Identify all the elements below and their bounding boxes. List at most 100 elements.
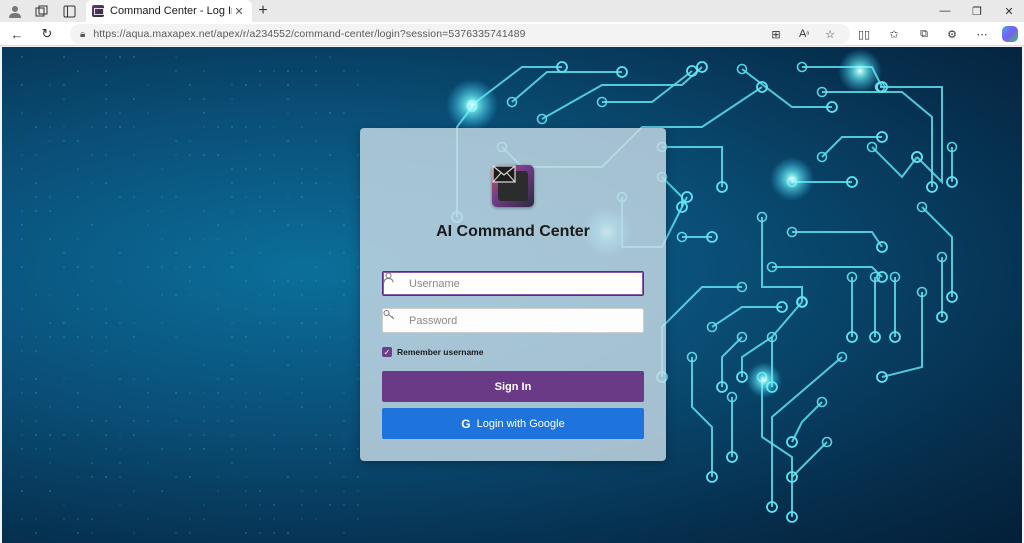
app-available-icon[interactable]: ⊞ <box>766 25 786 43</box>
grid-dot <box>63 336 65 338</box>
grid-dot <box>301 392 303 394</box>
collections-icon[interactable]: ⧉ <box>914 25 934 43</box>
grid-dot <box>343 504 345 506</box>
grid-dot <box>63 98 65 100</box>
grid-dot <box>357 476 359 478</box>
circuit-trace <box>792 232 882 247</box>
grid-dot <box>21 238 23 240</box>
grid-dot <box>357 504 359 506</box>
grid-dot <box>329 112 331 114</box>
grid-dot <box>133 378 135 380</box>
grid-dot <box>147 378 149 380</box>
lock-icon: 🔒︎ <box>80 29 85 40</box>
grid-dot <box>161 294 163 296</box>
grid-dot <box>161 266 163 268</box>
grid-dot <box>35 336 37 338</box>
grid-dot <box>161 322 163 324</box>
grid-dot <box>231 98 233 100</box>
grid-dot <box>35 406 37 408</box>
grid-dot <box>105 56 107 58</box>
google-login-button[interactable]: G Login with Google <box>382 408 644 439</box>
split-screen-icon[interactable]: ▯▯ <box>854 25 874 43</box>
grid-dot <box>35 210 37 212</box>
grid-dot <box>357 364 359 366</box>
grid-dot <box>287 112 289 114</box>
grid-dot <box>21 154 23 156</box>
minimize-icon[interactable]: — <box>930 0 960 22</box>
grid-dot <box>203 504 205 506</box>
grid-dot <box>35 196 37 198</box>
grid-dot <box>119 112 121 114</box>
grid-dot <box>301 322 303 324</box>
grid-dot <box>77 70 79 72</box>
grid-dot <box>287 84 289 86</box>
username-field[interactable] <box>382 271 644 296</box>
refresh-icon[interactable]: ↻ <box>36 24 58 44</box>
grid-dot <box>91 224 93 226</box>
favorites-icon[interactable]: ✩ <box>884 25 904 43</box>
grid-dot <box>161 196 163 198</box>
grid-dot <box>49 140 51 142</box>
grid-dot <box>147 112 149 114</box>
grid-dot <box>133 126 135 128</box>
grid-dot <box>301 196 303 198</box>
grid-dot <box>245 448 247 450</box>
grid-dot <box>21 168 23 170</box>
vertical-tabs-icon[interactable] <box>56 0 82 22</box>
favorite-star-icon[interactable]: ☆ <box>820 25 840 43</box>
grid-dot <box>217 224 219 226</box>
more-options-icon[interactable]: ⋯ <box>972 25 992 43</box>
workspaces-icon[interactable] <box>28 0 54 22</box>
grid-dot <box>357 252 359 254</box>
grid-dot <box>343 294 345 296</box>
username-input[interactable] <box>409 278 629 290</box>
grid-dot <box>273 532 275 534</box>
grid-dot <box>105 336 107 338</box>
url-field[interactable]: 🔒︎ https://aqua.maxapex.net/apex/r/a2345… <box>70 24 850 44</box>
back-icon[interactable]: ← <box>6 24 28 44</box>
grid-dot <box>329 448 331 450</box>
grid-dot <box>301 490 303 492</box>
password-field[interactable] <box>382 308 644 333</box>
grid-dot <box>189 532 191 534</box>
profile-icon[interactable] <box>2 0 28 22</box>
password-input[interactable] <box>409 315 629 327</box>
grid-dot <box>147 210 149 212</box>
grid-dot <box>273 504 275 506</box>
grid-dot <box>21 392 23 394</box>
grid-dot <box>49 448 51 450</box>
tab-command-center[interactable]: Command Center - Log In ✕ <box>86 0 252 22</box>
grid-dot <box>259 154 261 156</box>
grid-dot <box>63 266 65 268</box>
close-window-icon[interactable]: ✕ <box>994 0 1024 22</box>
grid-dot <box>217 490 219 492</box>
tab-strip: Command Center - Log In ✕ + — ❐ ✕ <box>0 0 1024 22</box>
read-aloud-icon[interactable]: Aᵃ <box>794 25 814 43</box>
grid-dot <box>49 336 51 338</box>
grid-dot <box>343 420 345 422</box>
grid-dot <box>273 126 275 128</box>
grid-dot <box>231 462 233 464</box>
remember-checkbox[interactable]: ✓ <box>382 347 392 357</box>
grid-dot <box>63 378 65 380</box>
grid-dot <box>259 196 261 198</box>
grid-dot <box>301 168 303 170</box>
maximize-icon[interactable]: ❐ <box>962 0 992 22</box>
grid-dot <box>133 420 135 422</box>
extensions-icon[interactable]: ⚙ <box>942 25 962 43</box>
grid-dot <box>35 378 37 380</box>
close-tab-icon[interactable]: ✕ <box>232 5 246 18</box>
grid-dot <box>91 476 93 478</box>
grid-dot <box>357 518 359 520</box>
remember-username[interactable]: ✓ Remember username <box>382 347 483 357</box>
grid-dot <box>259 532 261 534</box>
grid-dot <box>357 70 359 72</box>
copilot-icon[interactable] <box>1002 26 1018 42</box>
grid-dot <box>161 490 163 492</box>
grid-dot <box>21 434 23 436</box>
grid-dot <box>49 322 51 324</box>
grid-dot <box>21 56 23 58</box>
new-tab-icon[interactable]: + <box>254 0 272 22</box>
sign-in-button[interactable]: Sign In <box>382 371 644 402</box>
grid-dot <box>301 504 303 506</box>
